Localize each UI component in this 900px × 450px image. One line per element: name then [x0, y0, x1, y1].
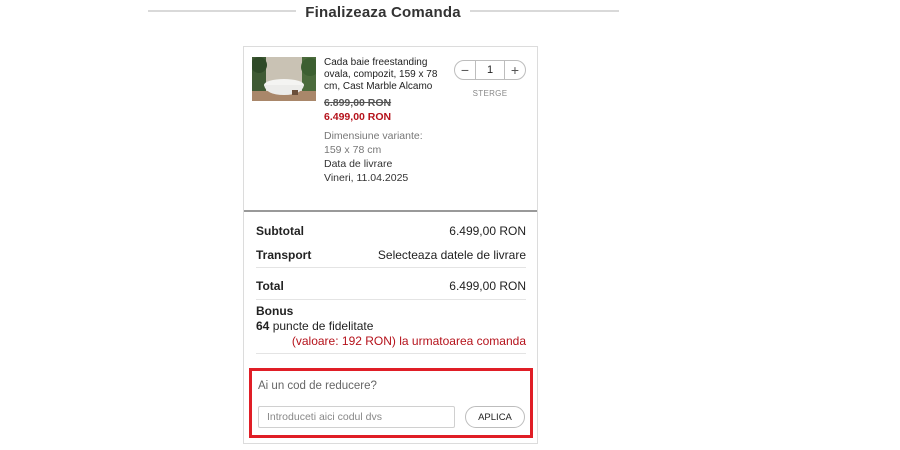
bonus-title: Bonus — [256, 304, 294, 318]
discount-code-input[interactable] — [258, 406, 455, 428]
total-row: Total 6.499,00 RON — [256, 268, 526, 300]
subtotal-label: Subtotal — [256, 224, 304, 238]
product-image[interactable] — [252, 57, 316, 101]
quantity-value[interactable]: 1 — [487, 64, 493, 76]
transport-row: Transport Selecteaza datele de livrare — [256, 243, 526, 268]
apply-discount-button[interactable]: APLICA — [465, 406, 525, 428]
cart-item: Cada baie freestanding ovala, compozit, … — [252, 57, 530, 209]
page-title: Finalizeaza Comanda — [305, 4, 461, 21]
bonus-points-line: 64 puncte de fidelitate — [256, 319, 526, 334]
delivery-date: Vineri, 11.04.2025 — [324, 172, 409, 184]
discount-code-title: Ai un cod de reducere? — [258, 380, 377, 392]
bonus-points-text: puncte de fidelitate — [272, 319, 374, 333]
summary-divider — [244, 210, 537, 212]
new-price: 6.499,00 RON — [324, 111, 392, 123]
bonus-points: 64 — [256, 319, 270, 333]
header-divider-left — [148, 10, 296, 12]
discount-code-section: Ai un cod de reducere? APLICA — [249, 368, 533, 438]
order-totals: Subtotal 6.499,00 RON Transport Selectea… — [256, 219, 526, 354]
total-value: 6.499,00 RON — [449, 278, 526, 293]
variant-value: 159 x 78 cm — [324, 144, 382, 156]
decrease-quantity-button[interactable]: − — [455, 61, 476, 79]
bonus-section: Bonus 64 puncte de fidelitate (valoare: … — [256, 300, 526, 354]
total-label: Total — [256, 278, 284, 293]
bonus-value: (valoare: 192 RON) la urmatoarea comanda — [291, 334, 526, 348]
delivery-label: Data de livrare — [324, 158, 393, 170]
product-info: Cada baie freestanding ovala, compozit, … — [324, 57, 454, 185]
subtotal-row: Subtotal 6.499,00 RON — [256, 219, 526, 243]
variant-label: Dimensiune variante: — [324, 130, 423, 142]
quantity-stepper: − 1 + — [454, 60, 526, 80]
old-price: 6.899,00 RON — [324, 97, 392, 109]
increase-quantity-button[interactable]: + — [504, 61, 525, 79]
header-divider-right — [470, 10, 619, 12]
transport-value: Selecteaza datele de livrare — [377, 248, 526, 262]
transport-label: Transport — [256, 248, 312, 262]
subtotal-value: 6.499,00 RON — [449, 224, 526, 238]
product-name[interactable]: Cada baie freestanding ovala, compozit, … — [324, 57, 454, 93]
remove-item-link[interactable]: STERGE — [454, 89, 526, 98]
